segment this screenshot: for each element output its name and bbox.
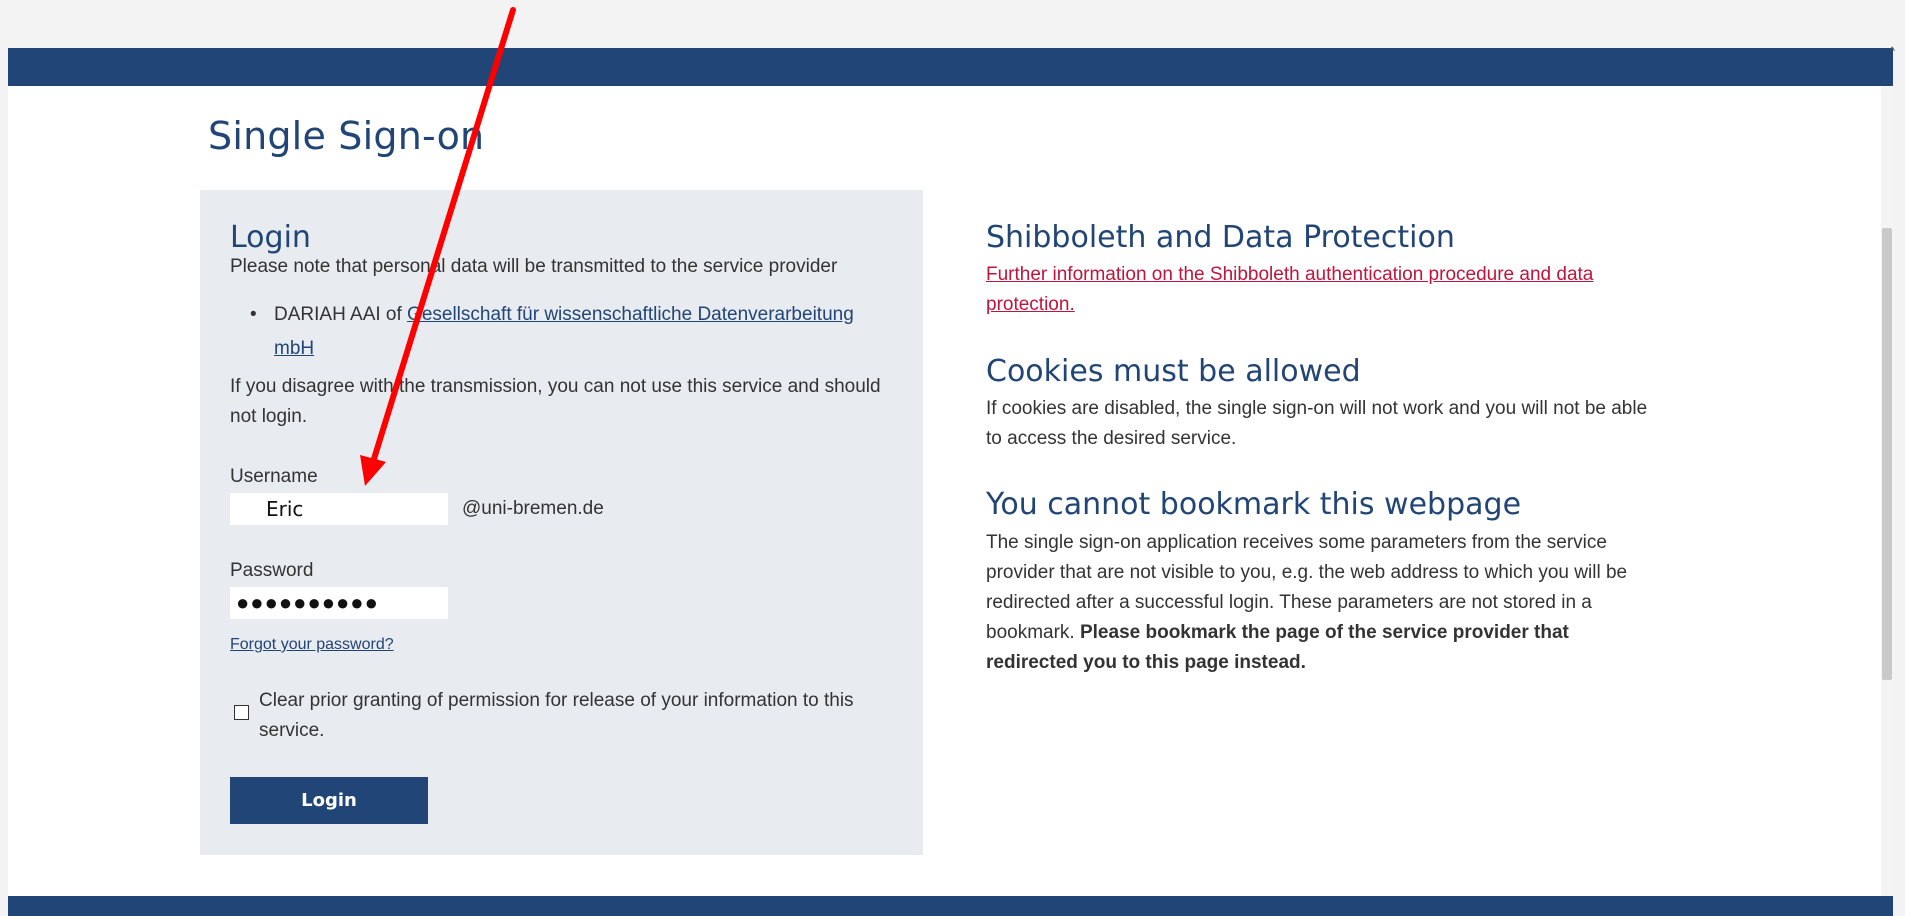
username-input[interactable]: Eric — [230, 493, 448, 525]
password-input[interactable]: ●●●●●●●●●● — [230, 587, 448, 619]
username-domain-suffix: @uni-bremen.de — [462, 498, 604, 519]
cookies-text: If cookies are disabled, the single sign… — [986, 398, 1648, 449]
page-container: Single Sign-on Login Please note that pe… — [8, 44, 1895, 916]
username-label: Username — [230, 466, 318, 487]
shibboleth-heading: Shibboleth and Data Protection — [986, 220, 1455, 255]
disagree-text: If you disagree with the transmission, y… — [230, 376, 881, 427]
footer-bar — [8, 896, 1893, 916]
login-button[interactable]: Login — [230, 777, 428, 824]
shibboleth-info: Further information on the Shibboleth au… — [986, 260, 1666, 320]
intro-text: Please note that personal data will be t… — [230, 256, 838, 277]
shibboleth-info-link[interactable]: Further information on the Shibboleth au… — [986, 264, 1593, 315]
password-mask: ●●●●●●●●●● — [236, 590, 379, 615]
page-title: Single Sign-on — [208, 114, 485, 158]
scrollbar[interactable] — [1881, 86, 1893, 896]
provider-prefix: DARIAH AAI of — [274, 304, 408, 325]
clear-permission-checkbox[interactable] — [234, 705, 249, 720]
provider-list: • DARIAH AAI of Gesellschaft für wissens… — [250, 298, 890, 366]
header-bar — [8, 48, 1893, 86]
forgot-password-link[interactable]: Forgot your password? — [230, 636, 394, 654]
clear-permission-label: Clear prior granting of permission for r… — [259, 690, 854, 741]
login-heading: Login — [230, 220, 311, 255]
cookies-heading: Cookies must be allowed — [986, 354, 1361, 389]
scroll-up-icon[interactable]: ^ — [1889, 44, 1895, 58]
bookmark-text: The single sign-on application receives … — [986, 528, 1666, 678]
login-panel: Login Please note that personal data wil… — [200, 190, 923, 855]
scrollbar-thumb[interactable] — [1882, 228, 1892, 680]
bookmark-heading: You cannot bookmark this webpage — [986, 487, 1522, 522]
list-item: DARIAH AAI of Gesellschaft für wissensch… — [250, 298, 890, 366]
bullet-icon: • — [250, 304, 257, 325]
password-label: Password — [230, 560, 314, 581]
username-value: Eric — [266, 497, 304, 521]
